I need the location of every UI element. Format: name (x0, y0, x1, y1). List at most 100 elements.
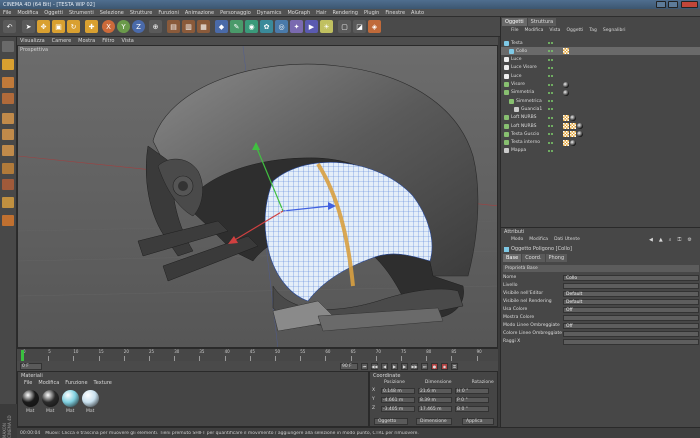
record-icon[interactable]: ● (431, 362, 438, 370)
menu-item-mograph[interactable]: MoGraph (287, 10, 310, 16)
menu-item-funzioni[interactable]: Funzioni (158, 10, 179, 16)
position-field[interactable]: 0.148 m (381, 387, 415, 394)
material-tag-icon[interactable] (563, 89, 569, 96)
dimension-field[interactable]: 21.6 m (418, 387, 452, 394)
camera-icon[interactable]: ▶ (305, 20, 318, 33)
select-tool-icon[interactable]: ➤ (22, 20, 35, 33)
object-row[interactable]: Testa Guscio (501, 130, 700, 138)
z-axis-icon[interactable]: Z (132, 20, 145, 33)
rotation-field[interactable]: P 0 ° (455, 396, 489, 403)
search-icon[interactable]: ⌕ (669, 237, 672, 243)
render-region-icon[interactable]: ▥ (182, 20, 195, 33)
objects-menu-tag[interactable]: Tag (589, 28, 597, 33)
menu-item-strutture[interactable]: Strutture (130, 10, 152, 16)
menu-item-modifica[interactable]: Modifica (17, 10, 38, 16)
attribute-field[interactable] (563, 338, 699, 345)
visibility-dot[interactable] (551, 91, 553, 94)
visibility-dot[interactable] (551, 141, 553, 144)
visibility-dot[interactable] (548, 66, 550, 69)
visibility-dots[interactable] (548, 42, 553, 44)
dimension-field[interactable]: 17.465 m (418, 405, 452, 412)
play-icon[interactable]: ▶ (391, 362, 398, 370)
objects-menu-modifica[interactable]: Modifica (525, 28, 544, 33)
layout-icon[interactable]: ◈ (368, 20, 381, 33)
attribute-field[interactable]: Collo (563, 274, 699, 281)
snap-settings-icon[interactable] (2, 215, 14, 226)
visibility-dots[interactable] (548, 50, 553, 53)
go-to-start-icon[interactable]: ⏮ (361, 362, 368, 370)
timeline-playhead[interactable] (21, 350, 24, 361)
3d-viewport[interactable]: Prospettiva (17, 45, 498, 348)
lock-icon[interactable]: ⚿ (678, 237, 682, 243)
object-row[interactable]: Luce Visore (501, 64, 700, 72)
deformer-icon[interactable]: ◎ (275, 20, 288, 33)
menu-item-aiuto[interactable]: Aiuto (411, 10, 424, 16)
maximize-button[interactable] (668, 1, 678, 8)
visibility-dot[interactable] (551, 58, 553, 61)
material-tag-icon[interactable] (570, 139, 576, 146)
visibility-dot[interactable] (551, 75, 553, 78)
object-row[interactable]: Luce (501, 56, 700, 64)
viewport-menu-visualizza[interactable]: Visualizza (20, 38, 45, 44)
cube-icon[interactable]: ◆ (215, 20, 228, 33)
coordinate-system-icon[interactable]: ⊕ (149, 20, 162, 33)
visibility-dots[interactable] (548, 83, 553, 86)
visibility-dot[interactable] (551, 100, 553, 103)
visibility-dot[interactable] (548, 75, 550, 78)
next-frame-icon[interactable]: ▶ (401, 362, 408, 370)
prev-frame-icon[interactable]: ◀ (381, 362, 388, 370)
attribute-field[interactable]: Default (563, 290, 699, 297)
settings-icon[interactable]: ⚙ (687, 237, 691, 243)
texture-tag-icon[interactable] (563, 48, 569, 55)
viewport-menu-filtro[interactable]: Filtro (102, 38, 114, 44)
visibility-dot[interactable] (548, 116, 550, 119)
undo-icon[interactable]: ↶ (3, 20, 16, 33)
material-swatch[interactable] (62, 390, 79, 407)
coord-mode-select[interactable]: Oggetto (374, 418, 408, 425)
attribute-field[interactable]: Off (563, 306, 699, 313)
model-mode-icon[interactable] (2, 59, 14, 70)
viewport-menu-vista[interactable]: Vista (122, 38, 134, 44)
tab-phong[interactable]: Phong (545, 254, 568, 262)
visibility-dot[interactable] (548, 100, 550, 103)
sculpt-icon[interactable] (2, 179, 14, 190)
recent-tool-icon[interactable]: ✚ (85, 20, 98, 33)
visibility-dots[interactable] (548, 75, 553, 78)
texture-tag-icon[interactable] (563, 114, 569, 121)
visibility-dot[interactable] (548, 50, 550, 53)
visibility-dot[interactable] (548, 108, 550, 111)
menu-item-animazione[interactable]: Animazione (185, 10, 214, 16)
go-to-end-icon[interactable]: ⏭ (421, 362, 428, 370)
menu-item-personaggio[interactable]: Personaggio (220, 10, 251, 16)
object-row[interactable]: Simmetria (501, 89, 700, 97)
coord-size-select[interactable]: Dimensione (416, 418, 452, 425)
objects-menu-segnalibri[interactable]: Segnalibri (603, 28, 626, 33)
render-view-icon[interactable]: ▤ (167, 20, 180, 33)
material-swatch[interactable] (82, 390, 99, 407)
position-field[interactable]: -3.405 m (381, 405, 415, 412)
visibility-dot[interactable] (551, 42, 553, 44)
viewport-menu-camere[interactable]: Camere (52, 38, 72, 44)
rotation-field[interactable]: B 0 ° (455, 405, 489, 412)
visibility-dots[interactable] (548, 66, 553, 69)
autokey-icon[interactable]: ◉ (441, 362, 448, 370)
visibility-dots[interactable] (548, 108, 553, 111)
material-tag-icon[interactable] (577, 131, 583, 138)
tab-objects[interactable]: Oggetti (502, 18, 527, 26)
visibility-dots[interactable] (548, 149, 553, 152)
visibility-dot[interactable] (548, 42, 550, 44)
object-row[interactable]: Mappa (501, 147, 700, 155)
workplane-icon[interactable]: ▢ (338, 20, 351, 33)
materials-menu-item[interactable]: File (24, 380, 32, 386)
scene-icon[interactable]: ✦ (290, 20, 303, 33)
attribute-field[interactable]: Off (563, 322, 699, 329)
objects-menu-oggetti[interactable]: Oggetti (566, 28, 583, 33)
apply-button[interactable]: Applica (462, 418, 494, 425)
visibility-dot[interactable] (548, 141, 550, 144)
tab-structure[interactable]: Struttura (527, 18, 557, 26)
visibility-dots[interactable] (548, 100, 553, 103)
object-row[interactable]: Testa (501, 39, 700, 47)
materials-menu-item[interactable]: Modifica (38, 380, 59, 386)
polygons-mode-icon[interactable] (2, 145, 14, 156)
menu-item-selezione[interactable]: Selezione (100, 10, 124, 16)
